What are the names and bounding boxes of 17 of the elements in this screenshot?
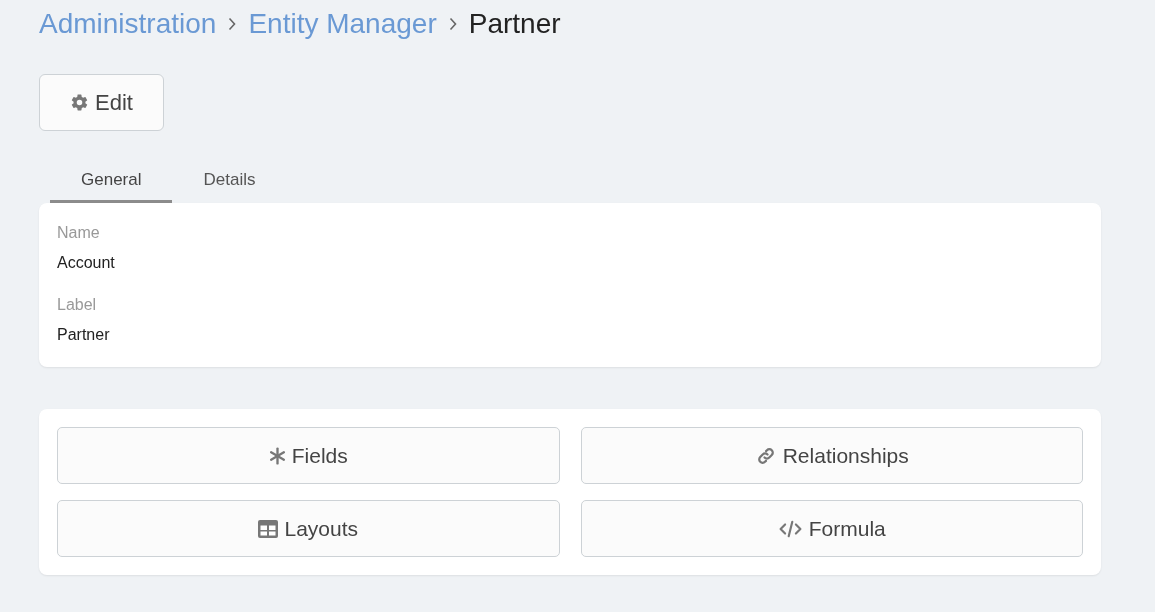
action-button[interactable]: Relationships [580, 427, 1083, 484]
chevron-icon [228, 17, 237, 31]
table-icon [258, 519, 279, 538]
field-label: Name [57, 223, 101, 243]
field-value: Partner [57, 325, 111, 345]
code-icon [777, 519, 803, 538]
asterisk-icon [268, 446, 286, 465]
edit-button[interactable]: Edit [39, 74, 164, 131]
chevron-icon [448, 17, 457, 31]
field-value: Account [57, 253, 116, 273]
action-button[interactable]: Layouts [57, 500, 560, 557]
action-button[interactable]: Formula [580, 500, 1083, 557]
gear-icon [70, 93, 90, 112]
tab[interactable]: Details [172, 157, 287, 203]
field-label: Label [57, 295, 98, 315]
action-button[interactable]: Fields [57, 427, 560, 484]
page-title: Partner [468, 8, 561, 40]
